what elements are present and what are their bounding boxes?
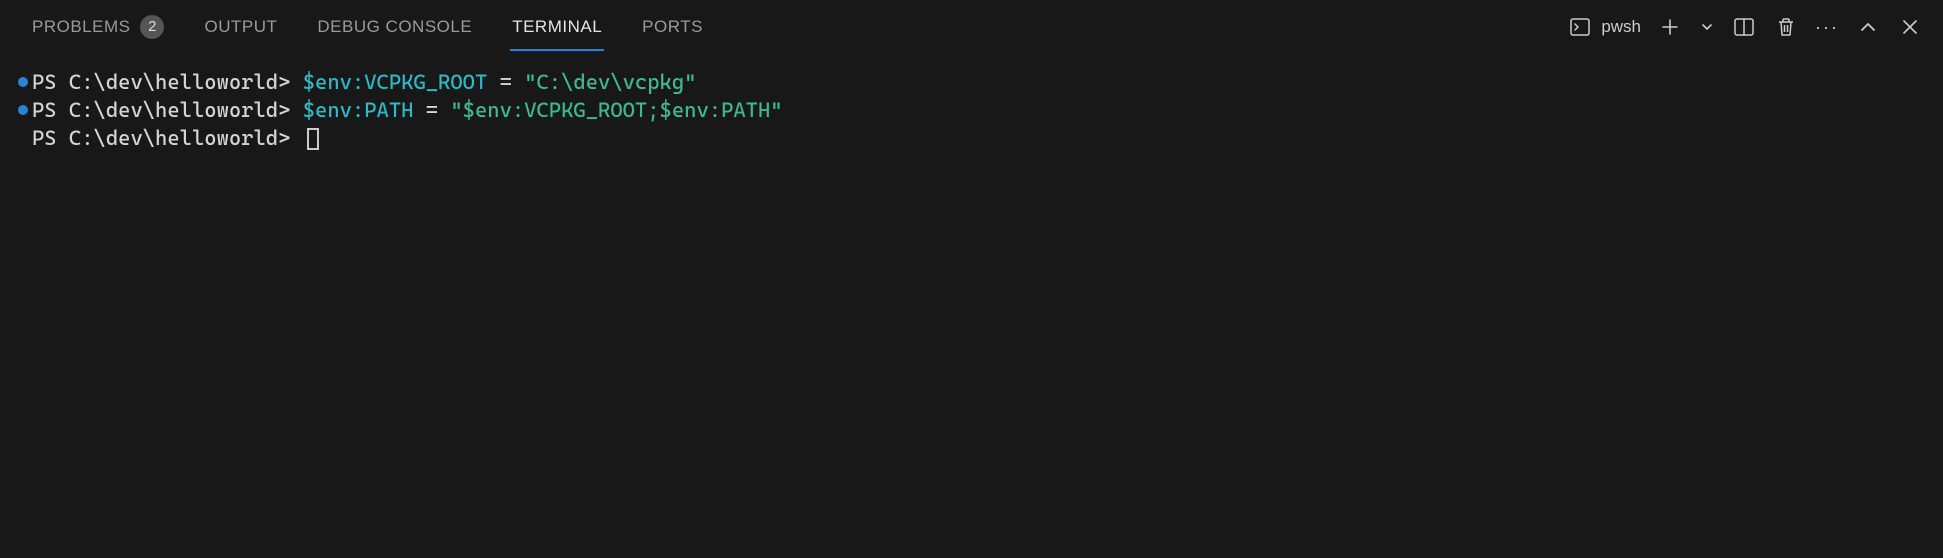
- split-terminal-button[interactable]: [1731, 14, 1757, 40]
- more-actions-button[interactable]: ···: [1815, 17, 1839, 38]
- tab-output[interactable]: OUTPUT: [202, 4, 279, 51]
- tab-terminal-label: TERMINAL: [512, 17, 602, 37]
- panel-titlebar: PROBLEMS 2 OUTPUT DEBUG CONSOLE TERMINAL…: [0, 0, 1943, 54]
- shell-prompt: PS C:\dev\helloworld>: [32, 96, 303, 124]
- kill-terminal-button[interactable]: [1773, 14, 1799, 40]
- line-marker-gutter: [18, 105, 32, 115]
- terminal-text-segment: =: [426, 96, 451, 124]
- line-marker-gutter: [18, 77, 32, 87]
- new-terminal-dropdown[interactable]: [1699, 14, 1715, 40]
- tab-problems[interactable]: PROBLEMS 2: [30, 2, 166, 53]
- tab-ports[interactable]: PORTS: [640, 4, 705, 51]
- problems-badge: 2: [140, 15, 164, 39]
- tab-problems-label: PROBLEMS: [32, 17, 130, 37]
- terminal-text-segment: $env:PATH: [303, 96, 426, 124]
- tab-output-label: OUTPUT: [204, 17, 277, 37]
- tab-debug-console-label: DEBUG CONSOLE: [317, 17, 472, 37]
- terminal-text-segment: "$env:VCPKG_ROOT;$env:PATH": [450, 96, 782, 124]
- panel-actions: pwsh ···: [1567, 14, 1923, 40]
- panel-tabs: PROBLEMS 2 OUTPUT DEBUG CONSOLE TERMINAL…: [30, 2, 705, 53]
- terminal-line: PS C:\dev\helloworld>: [18, 124, 1925, 152]
- close-panel-button[interactable]: [1897, 14, 1923, 40]
- tab-debug-console[interactable]: DEBUG CONSOLE: [315, 4, 474, 51]
- terminal-line: PS C:\dev\helloworld> $env:PATH = "$env:…: [18, 96, 1925, 124]
- cursor-icon: [307, 128, 319, 150]
- command-dot-icon: [18, 77, 28, 87]
- tab-terminal[interactable]: TERMINAL: [510, 4, 604, 51]
- terminal-text-segment: "C:\dev\vcpkg": [524, 68, 696, 96]
- shell-prompt: PS C:\dev\helloworld>: [32, 68, 303, 96]
- terminal-line: PS C:\dev\helloworld> $env:VCPKG_ROOT = …: [18, 68, 1925, 96]
- shell-name-label: pwsh: [1601, 17, 1641, 37]
- terminal-text-segment: $env:VCPKG_ROOT: [303, 68, 500, 96]
- terminal-shell-group[interactable]: pwsh: [1567, 14, 1641, 40]
- terminal-view[interactable]: PS C:\dev\helloworld> $env:VCPKG_ROOT = …: [0, 54, 1943, 152]
- terminal-icon: [1567, 14, 1593, 40]
- shell-prompt: PS C:\dev\helloworld>: [32, 124, 303, 152]
- tab-ports-label: PORTS: [642, 17, 703, 37]
- maximize-panel-button[interactable]: [1855, 14, 1881, 40]
- terminal-text-segment: =: [500, 68, 525, 96]
- command-dot-icon: [18, 105, 28, 115]
- new-terminal-button[interactable]: [1657, 14, 1683, 40]
